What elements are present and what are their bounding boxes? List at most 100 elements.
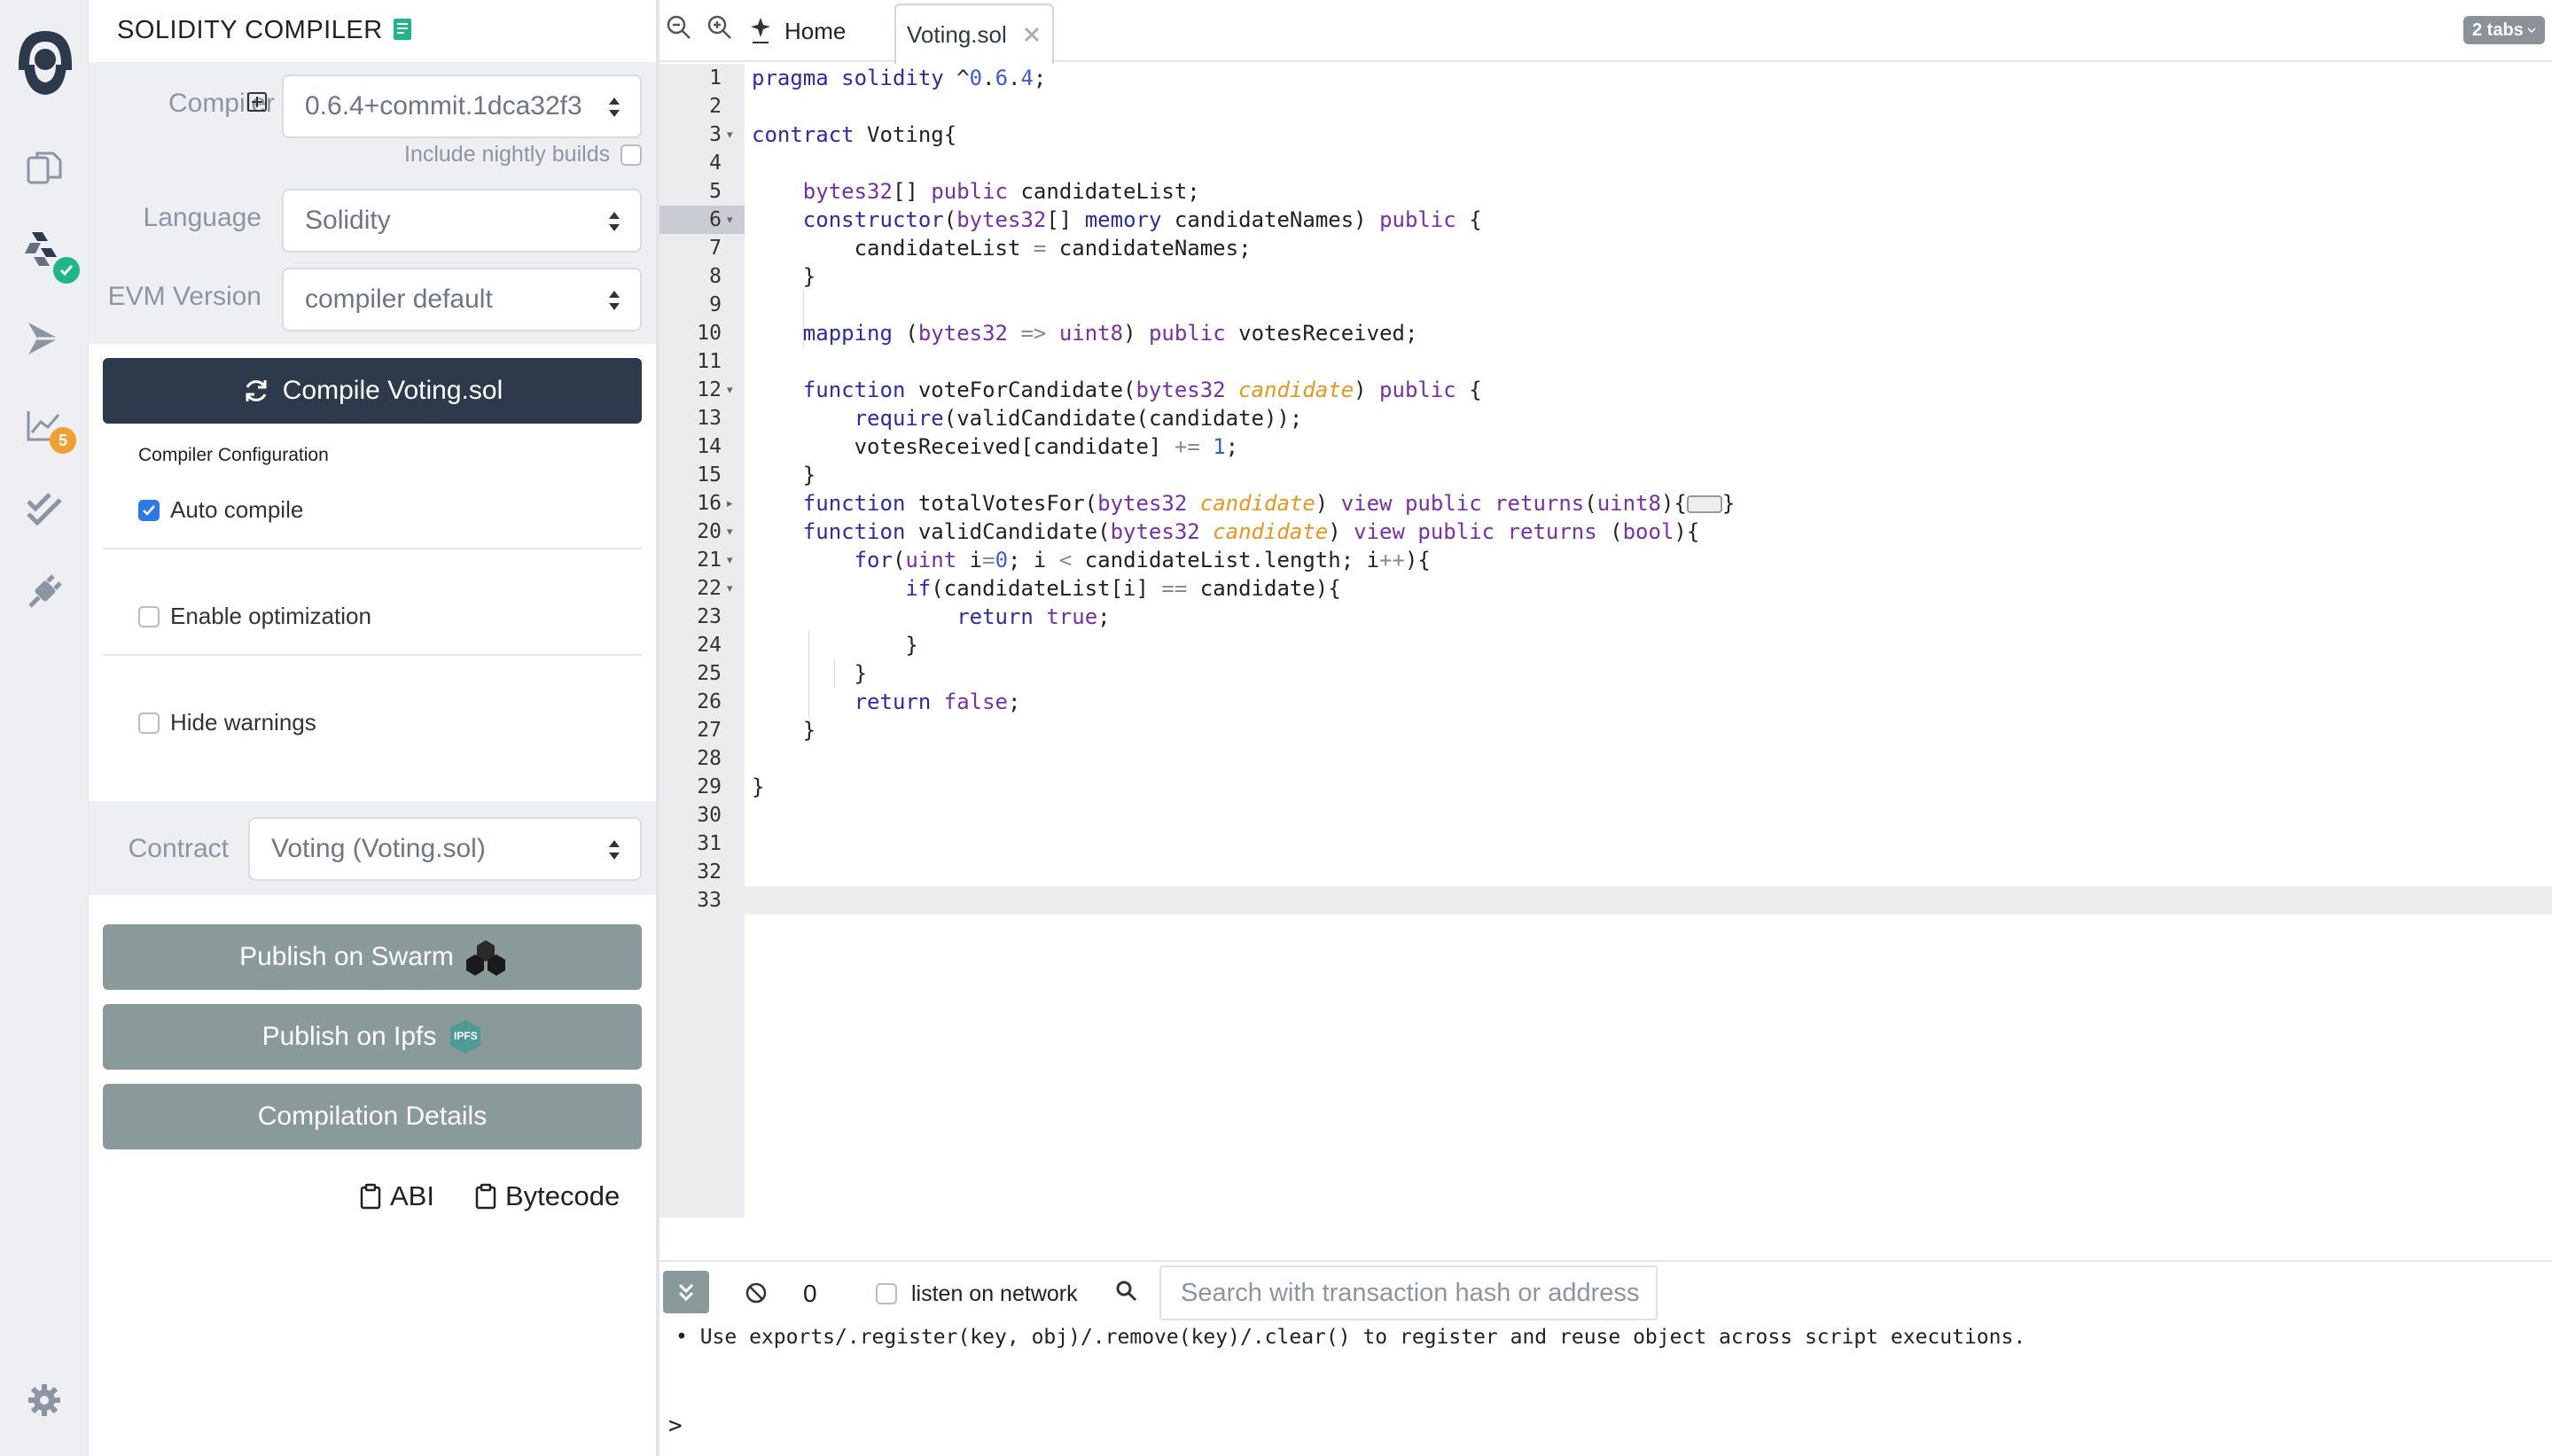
solidity-compiler-icon[interactable] [20, 229, 80, 284]
evm-version-value: compiler default [305, 284, 493, 314]
tab-home[interactable]: Home [749, 0, 846, 62]
collapse-terminal-button[interactable] [663, 1271, 709, 1313]
analysis-icon[interactable]: 5 [20, 401, 76, 454]
clipboard-icon [360, 1183, 381, 1210]
listen-network-label: listen on network [911, 1281, 1078, 1306]
nightly-builds-label: Include nightly builds [404, 142, 611, 167]
select-arrows-icon [609, 212, 620, 231]
fold-arrow-icon[interactable]: ▾ [727, 546, 738, 574]
fold-arrow-icon[interactable]: ▾ [727, 574, 738, 603]
fold-arrow-icon[interactable]: ▾ [727, 121, 738, 149]
line-number: 3 [709, 123, 722, 146]
code-line: for(uint i=0; i < candidateList.length; … [854, 548, 1431, 572]
hide-warnings-checkbox[interactable] [138, 712, 160, 734]
language-select[interactable]: Solidity [282, 189, 642, 253]
documentation-icon[interactable] [393, 18, 412, 45]
close-tab-icon[interactable] [1023, 26, 1041, 43]
line-number: 32 [697, 860, 722, 884]
evm-version-select[interactable]: compiler default [282, 268, 642, 331]
transaction-search-input[interactable]: Search with transaction hash or address [1159, 1265, 1658, 1320]
nightly-builds-checkbox[interactable] [620, 144, 642, 166]
auto-compile-option[interactable]: Auto compile [138, 496, 303, 524]
code-line: function voteForCandidate(bytes32 candid… [802, 378, 1482, 402]
tab-home-label: Home [784, 17, 847, 44]
code-line: contract Voting{ [752, 122, 957, 147]
divider [103, 548, 642, 549]
bytecode-label: Bytecode [505, 1180, 620, 1211]
line-number: 22 [697, 577, 722, 600]
code-line: constructor(bytes32[] memory candidateNa… [802, 207, 1482, 232]
tabs-count-badge[interactable]: 2 tabs [2463, 16, 2545, 44]
line-number: 28 [697, 747, 722, 770]
line-number: 25 [697, 662, 722, 685]
remix-logo-icon[interactable] [5, 18, 85, 97]
code-line: } [752, 718, 816, 743]
language-value: Solidity [305, 206, 391, 235]
zoom-in-icon[interactable] [706, 14, 733, 45]
deploy-run-icon[interactable] [20, 314, 69, 363]
auto-compile-checkbox[interactable] [138, 499, 160, 521]
divider [103, 654, 642, 656]
publish-ipfs-label: Publish on Ipfs [261, 1022, 437, 1051]
compiler-version-select[interactable]: 0.6.4+commit.1dca32f3 [282, 74, 642, 138]
fold-arrow-icon[interactable]: ▾ [727, 206, 738, 234]
remix-home-icon [751, 18, 770, 43]
abi-label: ABI [390, 1180, 434, 1211]
plugin-manager-icon[interactable] [20, 567, 69, 617]
listen-network-checkbox[interactable] [876, 1283, 897, 1304]
line-number: 7 [709, 237, 722, 260]
publish-ipfs-button[interactable]: Publish on Ipfs IPFS [103, 1004, 642, 1070]
compiler-configuration-heading: Compiler Configuration [138, 445, 329, 465]
line-number: 9 [709, 293, 722, 316]
unfold-arrow-icon[interactable]: ▸ [727, 489, 738, 518]
compilation-details-button[interactable]: Compilation Details [103, 1084, 642, 1149]
code-line: bytes32[] public candidateList; [802, 179, 1200, 204]
line-number: 4 [709, 152, 722, 175]
zoom-out-icon[interactable] [666, 14, 692, 45]
line-number: 8 [709, 265, 722, 288]
panel-header: SOLIDITY COMPILER [89, 0, 656, 62]
transaction-search-placeholder: Search with transaction hash or address [1181, 1278, 1640, 1307]
line-number: 5 [709, 180, 722, 203]
line-number: 14 [697, 435, 722, 458]
copy-bytecode-button[interactable]: Bytecode [475, 1180, 620, 1212]
tabs-count-label: 2 tabs [2472, 19, 2524, 40]
line-number: 27 [697, 719, 722, 742]
contract-select[interactable]: Voting (Voting.sol) [248, 817, 642, 881]
code-line: } [752, 661, 868, 686]
testing-icon[interactable] [20, 484, 69, 533]
clipboard-icon [475, 1183, 496, 1210]
code-line: } [752, 775, 765, 799]
gear-icon[interactable] [20, 1375, 69, 1425]
compile-button[interactable]: Compile Voting.sol [103, 358, 642, 424]
file-explorer-icon[interactable] [20, 144, 69, 193]
add-compiler-icon[interactable] [246, 91, 268, 117]
tab-voting-sol[interactable]: Voting.sol [894, 4, 1054, 64]
code-line: function totalVotesFor(bytes32 candidate… [802, 491, 1736, 516]
fold-arrow-icon[interactable]: ▾ [727, 376, 738, 404]
code-line: mapping (bytes32 => uint8) public votesR… [802, 321, 1418, 346]
fold-arrow-icon[interactable]: ▾ [727, 518, 738, 546]
ipfs-badge-text: IPFS [454, 1030, 478, 1042]
cursor-line-highlight [745, 886, 2552, 915]
compiler-version-value: 0.6.4+commit.1dca32f3 [305, 91, 582, 121]
code-editor[interactable]: pragma solidity ^0.6.4; contract Voting{ … [745, 64, 2552, 1218]
line-number: 20 [697, 520, 722, 543]
line-number: 2 [709, 95, 722, 118]
code-line: function validCandidate(bytes32 candidat… [802, 519, 1700, 544]
evm-version-label: EVM Version [107, 282, 261, 311]
line-number: 12 [697, 378, 722, 401]
tab-voting-sol-label: Voting.sol [907, 20, 1007, 48]
enable-optimization-checkbox[interactable] [138, 605, 160, 627]
terminal-output[interactable]: • Use exports/.register(key, obj)/.remov… [659, 1320, 2552, 1456]
terminal-prompt[interactable]: > [668, 1413, 683, 1439]
code-line: } [752, 463, 816, 487]
copy-abi-button[interactable]: ABI [360, 1180, 434, 1212]
publish-swarm-button[interactable]: Publish on Swarm [103, 924, 642, 990]
line-number: 23 [697, 605, 722, 628]
enable-optimization-option[interactable]: Enable optimization [138, 603, 371, 630]
hide-warnings-option[interactable]: Hide warnings [138, 709, 316, 736]
code-line: } [752, 633, 918, 658]
terminal-toolbar: 0 listen on network Search with transact… [659, 1260, 2552, 1320]
clear-console-icon[interactable] [745, 1281, 768, 1309]
